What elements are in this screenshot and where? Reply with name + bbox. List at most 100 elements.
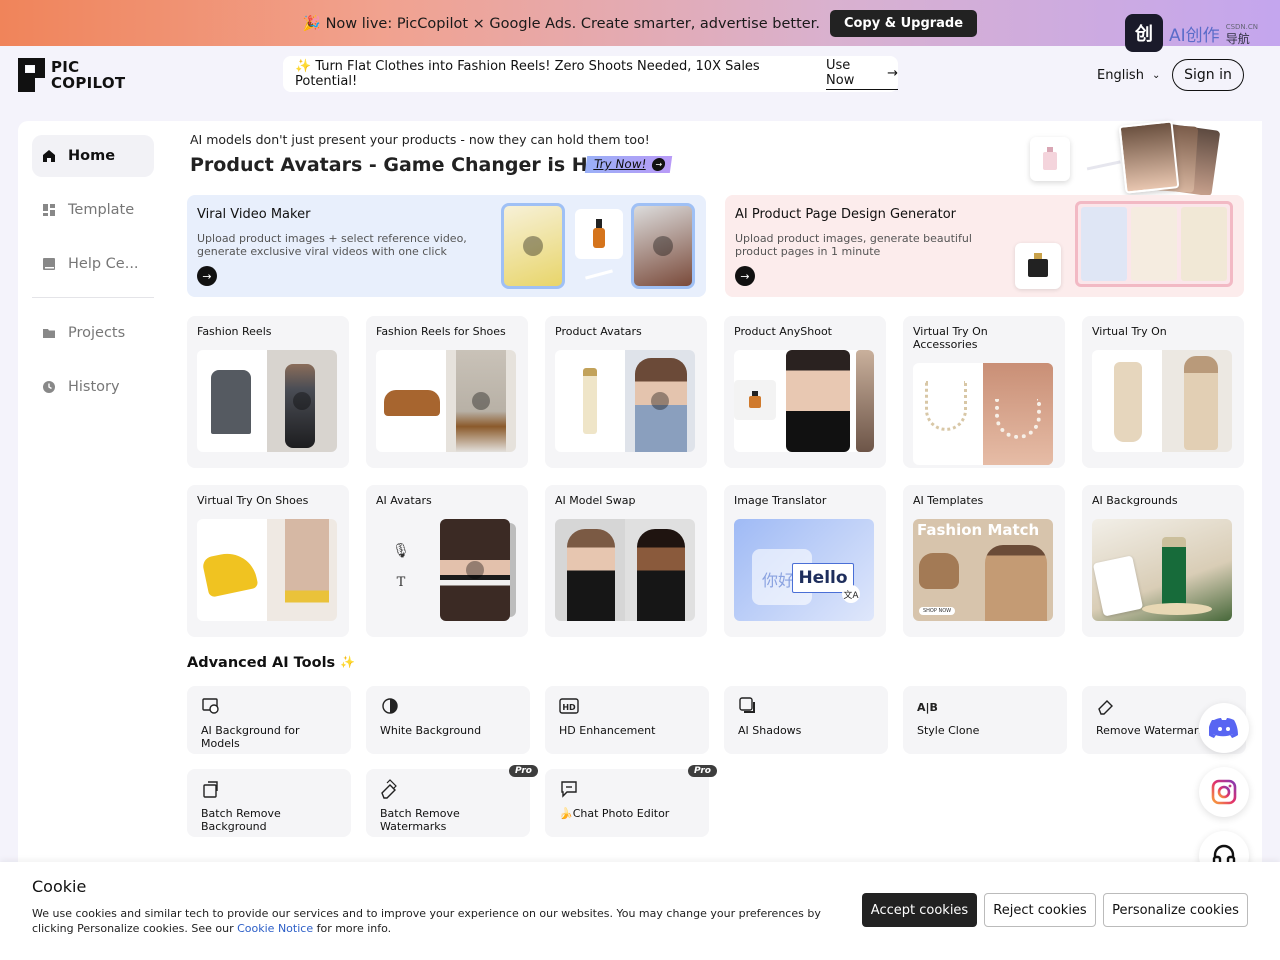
shop-now-tag: SHOP NOW xyxy=(919,607,956,615)
tool-thumbnail xyxy=(734,350,874,452)
use-now-link[interactable]: Use Now → xyxy=(826,58,898,90)
text-icon: T xyxy=(396,575,406,590)
tool-thumbnail: Fashion Match SHOP NOW xyxy=(913,519,1053,621)
adv-label: Batch Remove Background xyxy=(201,807,281,833)
tool-ai-model-swap[interactable]: AI Model Swap xyxy=(545,485,707,637)
cookie-notice-link[interactable]: Cookie Notice xyxy=(237,922,313,935)
model-b-image xyxy=(637,529,685,621)
tool-title: Image Translator xyxy=(734,494,827,507)
cookie-body-text: We use cookies and similar tech to provi… xyxy=(32,907,821,935)
tool-virtual-try-on[interactable]: Virtual Try On xyxy=(1082,316,1244,468)
tool-image-translator[interactable]: Image Translator 你好 Hello 文A xyxy=(724,485,886,637)
perfume-thumbnail xyxy=(1030,137,1070,181)
tool-title: Virtual Try On xyxy=(1092,325,1167,338)
adv-white-background[interactable]: White Background xyxy=(366,686,530,754)
tool-product-anyshoot[interactable]: Product AnyShoot xyxy=(724,316,886,468)
jacket-model-image xyxy=(985,545,1047,621)
heels-image xyxy=(201,548,259,598)
play-icon xyxy=(293,392,311,410)
model-photo xyxy=(1118,120,1180,194)
sidebar-item-label: Template xyxy=(68,202,135,218)
announcement-banner: 🎉 Now live: PicCopilot × Google Ads. Cre… xyxy=(0,0,1280,46)
cookie-body-text: for more info. xyxy=(313,922,392,935)
sidebar-item-help[interactable]: Help Ce... xyxy=(32,243,154,285)
sidebar: Home Template Help Ce... Projects Histor… xyxy=(18,121,168,881)
adv-label: AI Shadows xyxy=(738,724,802,737)
sidebar-item-projects[interactable]: Projects xyxy=(32,312,154,354)
chevron-down-icon: ⌄ xyxy=(1151,70,1161,81)
page-design-illustration xyxy=(1015,201,1237,291)
tool-fashion-reels[interactable]: Fashion Reels xyxy=(187,316,349,468)
tool-title: AI Templates xyxy=(913,494,984,507)
sign-in-button[interactable]: Sign in xyxy=(1172,59,1244,91)
sidebar-item-home[interactable]: Home xyxy=(32,135,154,177)
adv-label: Style Clone xyxy=(917,724,980,737)
tool-ai-templates[interactable]: AI Templates Fashion Match SHOP NOW xyxy=(903,485,1065,637)
product-page-design-card[interactable]: AI Product Page Design Generator Upload … xyxy=(725,195,1244,297)
logo-line2: COPILOT xyxy=(51,74,126,92)
microphone-icon: 🎙 xyxy=(392,543,410,559)
instagram-button[interactable] xyxy=(1199,767,1249,817)
sidebar-item-label: Home xyxy=(68,148,116,164)
discord-button[interactable] xyxy=(1199,703,1249,753)
try-now-button[interactable]: Try Now! → xyxy=(584,156,673,173)
book-icon xyxy=(43,258,55,270)
adv-batch-remove-background[interactable]: Batch Remove Background xyxy=(187,769,351,837)
personalize-cookies-button[interactable]: Personalize cookies xyxy=(1103,893,1248,927)
sidebar-item-label: History xyxy=(68,379,120,395)
adv-ai-shadows[interactable]: AI Shadows xyxy=(724,686,888,754)
adv-hd-enhancement[interactable]: HD HD Enhancement xyxy=(545,686,709,754)
tool-virtual-try-on-shoes[interactable]: Virtual Try On Shoes xyxy=(187,485,349,637)
shoes-image xyxy=(384,390,440,416)
sidebar-item-label: Projects xyxy=(68,325,126,341)
watermark-sub: CSDN.CN 导航 xyxy=(1226,21,1258,45)
sidebar-item-history[interactable]: History xyxy=(32,366,154,408)
tool-thumbnail xyxy=(555,350,695,452)
viral-video-card[interactable]: Viral Video Maker Upload product images … xyxy=(187,195,706,297)
logo[interactable]: PIC COPILOT xyxy=(18,58,125,92)
arrow-right-icon[interactable]: → xyxy=(735,266,755,286)
eraser-icon xyxy=(1098,700,1113,715)
tool-title: AI Model Swap xyxy=(555,494,636,507)
tool-product-avatars[interactable]: Product Avatars xyxy=(545,316,707,468)
tool-title: AI Backgrounds xyxy=(1092,494,1178,507)
design-pages-preview xyxy=(1075,201,1233,287)
tool-title: AI Avatars xyxy=(376,494,432,507)
translate-icon: 文A xyxy=(842,585,860,603)
tool-thumbnail: 🎙 T xyxy=(376,519,516,621)
tool-virtual-try-on-accessories[interactable]: Virtual Try On Accessories xyxy=(903,316,1065,468)
adv-ai-background-models[interactable]: AI Background for Models xyxy=(187,686,351,754)
adv-label: White Background xyxy=(380,724,482,737)
cookie-banner: Cookie We use cookies and similar tech t… xyxy=(0,862,1280,960)
sidebar-item-label: Help Ce... xyxy=(68,256,139,272)
tool-title: Fashion Reels for Shoes xyxy=(376,325,506,338)
copy-upgrade-button[interactable]: Copy & Upgrade xyxy=(829,9,978,37)
tool-ai-backgrounds[interactable]: AI Backgrounds xyxy=(1082,485,1244,637)
sparkle-icon: ✨ xyxy=(340,655,356,669)
original-product-card xyxy=(1092,555,1144,617)
translated-text: Hello xyxy=(798,568,848,588)
shadow-icon xyxy=(739,697,755,713)
design-page xyxy=(1081,207,1127,281)
adv-batch-remove-watermarks[interactable]: Pro Batch Remove Watermarks xyxy=(366,765,538,837)
adv-label: 🍌Chat Photo Editor xyxy=(559,807,670,820)
tool-title: Product AnyShoot xyxy=(734,325,832,338)
accept-cookies-button[interactable]: Accept cookies xyxy=(862,893,977,927)
model-a-image xyxy=(567,529,615,621)
tool-thumbnail: 你好 Hello 文A xyxy=(734,519,874,621)
tool-ai-avatars[interactable]: AI Avatars 🎙 T xyxy=(366,485,528,637)
hd-icon: HD xyxy=(559,698,579,714)
main-content: AI models don't just present your produc… xyxy=(168,120,1262,881)
tool-fashion-reels-shoes[interactable]: Fashion Reels for Shoes xyxy=(366,316,528,468)
sidebar-item-template[interactable]: Template xyxy=(32,189,154,231)
arrow-right-icon[interactable]: → xyxy=(197,266,217,286)
language-selector[interactable]: English ⌄ xyxy=(1097,68,1160,83)
reject-cookies-button[interactable]: Reject cookies xyxy=(984,893,1096,927)
model-image xyxy=(856,350,874,452)
adv-chat-photo-editor[interactable]: Pro 🍌Chat Photo Editor xyxy=(545,765,717,837)
dress-image xyxy=(1114,362,1142,442)
adv-style-clone[interactable]: A|B Style Clone xyxy=(903,686,1067,754)
model-image xyxy=(1184,356,1218,450)
home-icon xyxy=(43,150,55,162)
discord-icon xyxy=(1209,718,1238,738)
